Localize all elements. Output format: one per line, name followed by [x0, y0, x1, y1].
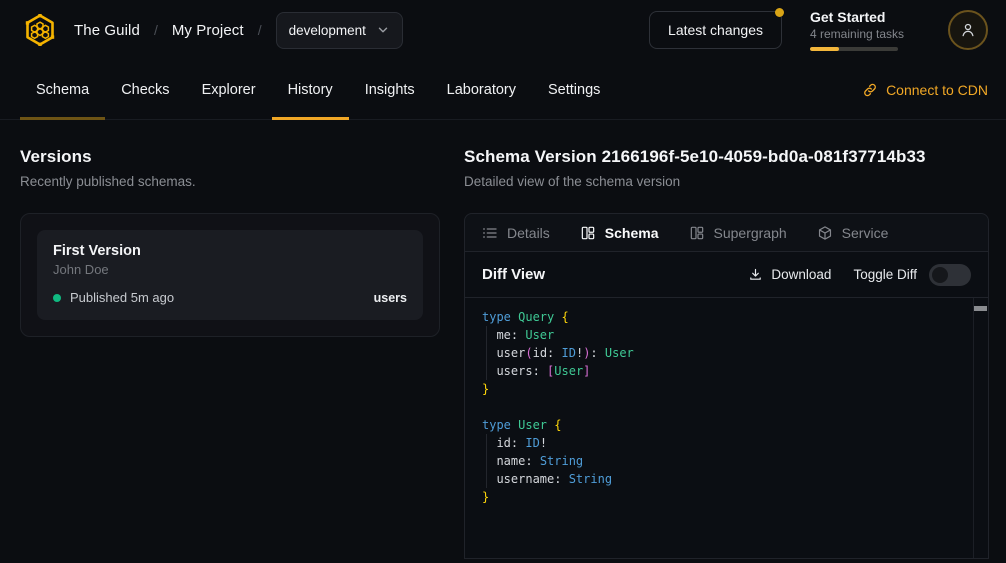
connect-to-cdn-link[interactable]: Connect to CDN: [862, 60, 988, 119]
versions-panel: Versions Recently published schemas. Fir…: [20, 120, 440, 559]
download-label: Download: [771, 267, 831, 282]
tab-schema-view[interactable]: Schema: [580, 225, 659, 241]
scrollbar-thumb[interactable]: [974, 306, 987, 311]
versions-title: Versions: [20, 147, 440, 167]
list-icon: [482, 225, 498, 241]
download-button[interactable]: Download: [748, 267, 831, 282]
target-selector[interactable]: development: [276, 12, 403, 49]
target-selector-value: development: [289, 23, 366, 38]
tab-details-label: Details: [507, 225, 550, 241]
hive-logo-icon: [22, 12, 58, 48]
published-status-dot: [53, 294, 61, 302]
tab-supergraph-label: Supergraph: [714, 225, 787, 241]
box-icon: [817, 225, 833, 241]
tab-schema-view-label: Schema: [605, 225, 659, 241]
toggle-diff-label: Toggle Diff: [853, 267, 917, 282]
version-detail-subtitle: Detailed view of the schema version: [464, 174, 989, 189]
breadcrumb-org[interactable]: The Guild: [74, 22, 140, 39]
version-author: John Doe: [53, 262, 407, 277]
version-detail-card: Details Schema: [464, 213, 989, 559]
user-icon: [959, 21, 977, 39]
columns-icon: [689, 225, 705, 241]
nav-tab-explorer[interactable]: Explorer: [186, 60, 272, 119]
hive-logo[interactable]: [20, 10, 60, 50]
get-started-progress-bar: [810, 47, 898, 51]
latest-changes-button[interactable]: Latest changes: [649, 11, 782, 49]
link-icon: [862, 82, 878, 98]
main-nav: Schema Checks Explorer History Insights …: [0, 60, 1006, 120]
connect-to-cdn-label: Connect to CDN: [886, 82, 988, 98]
progress-fill: [810, 47, 839, 51]
latest-changes-label: Latest changes: [668, 22, 763, 38]
nav-tabs: Schema Checks Explorer History Insights …: [20, 60, 616, 119]
get-started-widget[interactable]: Get Started 4 remaining tasks: [810, 9, 920, 51]
version-status: Published 5m ago: [70, 290, 174, 305]
tab-details[interactable]: Details: [482, 225, 550, 241]
tab-service[interactable]: Service: [817, 225, 889, 241]
main-content: Versions Recently published schemas. Fir…: [0, 120, 1006, 559]
nav-tab-history[interactable]: History: [272, 60, 349, 119]
detail-tabs: Details Schema: [465, 214, 988, 252]
version-detail-title: Schema Version 2166196f-5e10-4059-bd0a-0…: [464, 147, 989, 167]
diff-view-header: Diff View Download Toggle Diff: [465, 252, 988, 298]
get-started-title: Get Started: [810, 9, 920, 25]
nav-tab-checks[interactable]: Checks: [105, 60, 185, 119]
tab-service-label: Service: [842, 225, 889, 241]
nav-tab-laboratory[interactable]: Laboratory: [431, 60, 532, 119]
download-icon: [748, 267, 763, 282]
version-detail-panel: Schema Version 2166196f-5e10-4059-bd0a-0…: [464, 120, 989, 559]
header: The Guild / My Project / development Lat…: [0, 0, 1006, 60]
toggle-diff-knob: [932, 267, 948, 283]
graphql-schema-code: type Query { me: User user(id: ID!): Use…: [482, 308, 972, 506]
chevron-down-icon: [376, 23, 390, 37]
app-root: The Guild / My Project / development Lat…: [0, 0, 1006, 563]
schema-code-editor[interactable]: type Query { me: User user(id: ID!): Use…: [465, 298, 988, 558]
versions-subtitle: Recently published schemas.: [20, 174, 440, 189]
breadcrumb-separator: /: [258, 22, 262, 38]
versions-card: First Version John Doe Published 5m ago …: [20, 213, 440, 337]
version-service-badge: users: [374, 291, 407, 305]
nav-tab-insights[interactable]: Insights: [349, 60, 431, 119]
notification-dot: [775, 8, 784, 17]
avatar[interactable]: [948, 10, 988, 50]
breadcrumb-project[interactable]: My Project: [172, 22, 244, 39]
version-name: First Version: [53, 243, 407, 259]
version-list-item[interactable]: First Version John Doe Published 5m ago …: [37, 230, 423, 320]
columns-icon: [580, 225, 596, 241]
diff-view-title: Diff View: [482, 266, 545, 283]
get-started-subtitle: 4 remaining tasks: [810, 27, 920, 41]
tab-supergraph[interactable]: Supergraph: [689, 225, 787, 241]
toggle-diff-switch[interactable]: [929, 264, 971, 286]
nav-tab-settings[interactable]: Settings: [532, 60, 616, 119]
breadcrumb-separator: /: [154, 22, 158, 38]
nav-tab-schema[interactable]: Schema: [20, 60, 105, 119]
